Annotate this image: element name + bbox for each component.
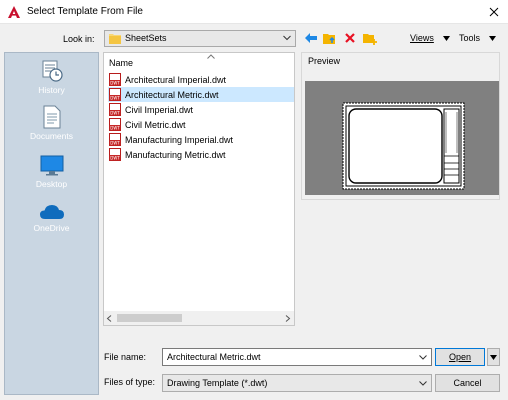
dwt-file-icon: DWT	[109, 118, 121, 131]
place-documents[interactable]: Documents	[5, 105, 98, 141]
place-desktop[interactable]: Desktop	[5, 153, 98, 189]
svg-text:DWT: DWT	[110, 141, 120, 146]
file-name-value: Architectural Metric.dwt	[167, 352, 261, 362]
file-name: Architectural Metric.dwt	[125, 89, 219, 100]
scroll-left-arrow-icon[interactable]	[106, 315, 112, 322]
place-onedrive-label: OneDrive	[33, 223, 70, 233]
folder-up-icon	[323, 33, 335, 44]
open-button[interactable]: Open	[435, 348, 485, 366]
documents-icon	[43, 105, 60, 129]
chevron-down-icon	[419, 381, 427, 386]
name-column-header[interactable]: Name	[109, 58, 133, 68]
new-folder-icon	[363, 33, 377, 45]
close-button[interactable]	[480, 0, 508, 24]
place-history[interactable]: History	[5, 59, 98, 95]
drawing-sheet-thumbnail	[342, 102, 465, 190]
open-button-label: Open	[448, 352, 472, 362]
preview-canvas	[305, 81, 499, 195]
delete-icon	[345, 33, 355, 43]
window-title: Select Template From File	[27, 6, 143, 17]
file-row[interactable]: DWT Civil Metric.dwt	[108, 117, 294, 132]
file-name-label: File name:	[104, 352, 147, 362]
dwt-file-icon: DWT	[109, 103, 121, 116]
svg-text:DWT: DWT	[110, 156, 120, 161]
scroll-right-arrow-icon[interactable]	[285, 315, 291, 322]
tools-dropdown-arrow-icon[interactable]	[489, 36, 496, 41]
desktop-icon	[40, 155, 63, 176]
place-desktop-label: Desktop	[35, 179, 68, 189]
dwt-file-icon: DWT	[109, 148, 121, 161]
delete-button[interactable]	[342, 30, 358, 46]
cancel-button[interactable]: Cancel	[435, 374, 500, 392]
place-history-label: History	[38, 85, 65, 95]
close-icon	[489, 7, 499, 17]
up-folder-button[interactable]	[322, 30, 338, 46]
dwt-file-icon: DWT	[109, 133, 121, 146]
svg-text:DWT: DWT	[110, 126, 120, 131]
file-row[interactable]: DWT Civil Imperial.dwt	[108, 102, 294, 117]
back-button[interactable]	[303, 30, 319, 46]
autocad-a-icon	[8, 6, 20, 18]
file-name: Civil Metric.dwt	[125, 119, 186, 130]
preview-group: Preview	[301, 52, 500, 200]
file-row[interactable]: DWT Manufacturing Imperial.dwt	[108, 132, 294, 147]
file-name: Civil Imperial.dwt	[125, 104, 194, 115]
back-arrow-icon	[305, 33, 317, 43]
look-in-dropdown[interactable]: SheetSets	[104, 30, 296, 47]
open-options-dropdown-button[interactable]	[487, 348, 500, 366]
tools-menu-button[interactable]: Tools	[459, 33, 480, 43]
title-bar: Select Template From File	[0, 0, 508, 24]
views-dropdown-arrow-icon[interactable]	[443, 36, 450, 41]
look-in-value: SheetSets	[125, 33, 167, 43]
chevron-down-icon	[283, 35, 291, 41]
cancel-button-label: Cancel	[453, 378, 482, 388]
files-of-type-value: Drawing Template (*.dwt)	[167, 378, 268, 388]
files-of-type-dropdown[interactable]: Drawing Template (*.dwt)	[162, 374, 432, 392]
file-list[interactable]: Name DWT Architectural Imperial.dwt DWT …	[103, 52, 295, 326]
dwt-file-icon: DWT	[109, 88, 121, 101]
svg-text:DWT: DWT	[110, 81, 120, 86]
svg-text:DWT: DWT	[110, 111, 120, 116]
preview-label: Preview	[308, 56, 341, 66]
place-onedrive[interactable]: OneDrive	[5, 203, 98, 233]
file-name: Manufacturing Imperial.dwt	[125, 134, 234, 145]
sort-ascending-icon	[207, 54, 215, 59]
file-row-selected[interactable]: DWT Architectural Metric.dwt	[108, 87, 294, 102]
file-name-input[interactable]: Architectural Metric.dwt	[162, 348, 432, 366]
file-name: Manufacturing Metric.dwt	[125, 149, 226, 160]
scrollbar-thumb[interactable]	[117, 314, 182, 322]
svg-text:DWT: DWT	[110, 96, 120, 101]
file-row[interactable]: DWT Manufacturing Metric.dwt	[108, 147, 294, 162]
triangle-down-icon	[490, 354, 497, 360]
file-row[interactable]: DWT Architectural Imperial.dwt	[108, 72, 294, 87]
views-menu-button[interactable]: Views	[410, 33, 434, 43]
dwt-file-icon: DWT	[109, 73, 121, 86]
place-documents-label: Documents	[30, 131, 73, 141]
chevron-down-icon[interactable]	[419, 355, 427, 360]
places-sidebar: History Documents Desktop OneDrive	[4, 52, 99, 395]
new-folder-button[interactable]	[362, 30, 378, 46]
file-name: Architectural Imperial.dwt	[125, 74, 227, 85]
look-in-label: Look in:	[63, 34, 95, 44]
files-of-type-label: Files of type:	[104, 377, 156, 387]
onedrive-cloud-icon	[39, 205, 64, 219]
history-icon	[42, 60, 63, 82]
folder-icon	[109, 34, 121, 44]
horizontal-scrollbar[interactable]	[104, 311, 294, 325]
